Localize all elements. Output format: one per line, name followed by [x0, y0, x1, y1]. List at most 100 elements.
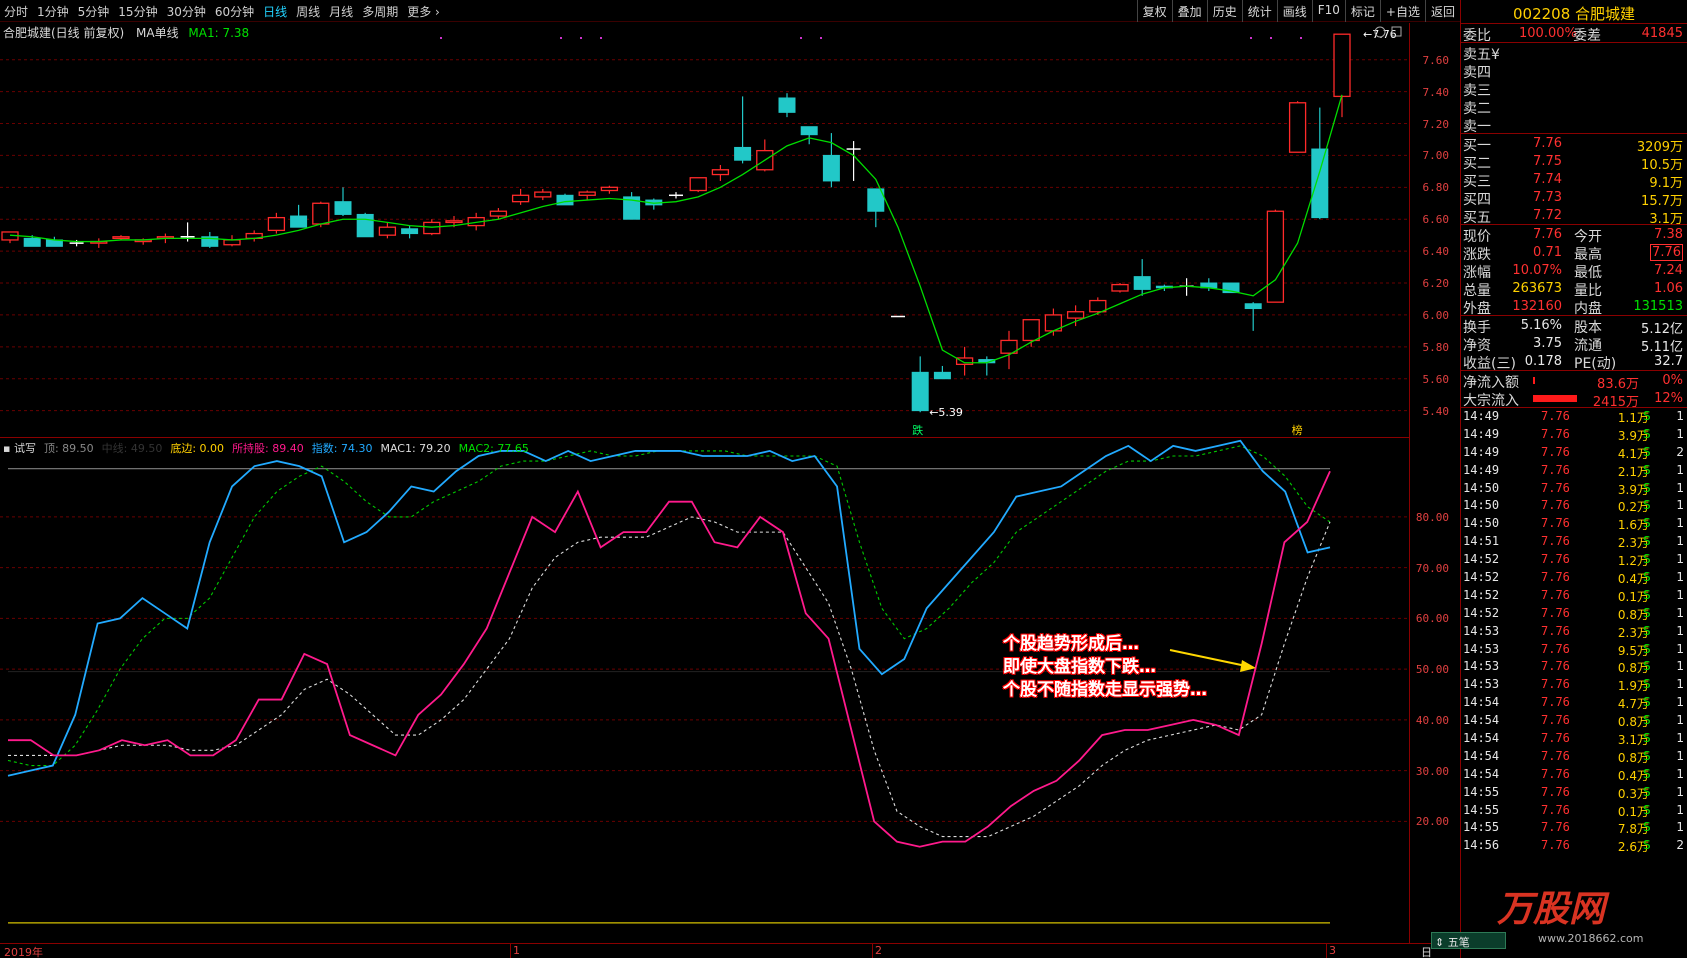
- tick-time: 14:55: [1463, 820, 1500, 835]
- price-axis: 7.60 7.40 7.20 7.00 6.80 6.60 6.40 6.20 6.00 5.80…: [1409, 23, 1459, 943]
- stat-value: 132160: [1512, 299, 1562, 314]
- tick-count: 1: [1676, 659, 1684, 674]
- indicator-tick-label: 50.00: [1415, 663, 1449, 677]
- add-watchlist-button[interactable]: +自选: [1379, 0, 1425, 22]
- tick-side: S: [1643, 426, 1651, 441]
- order-ratio-label: 委比: [1463, 28, 1491, 44]
- tick-row: 14:54 7.76 3.1万 S 1: [1461, 730, 1687, 748]
- leaderboard-tag[interactable]: 榜: [1292, 423, 1303, 437]
- tab-1min[interactable]: 1分钟: [37, 3, 69, 20]
- info-dot[interactable]: [1270, 37, 1272, 39]
- stat-value: 7.76: [1650, 244, 1683, 261]
- tick-side: S: [1643, 838, 1651, 853]
- sell-row: 卖四: [1461, 61, 1687, 81]
- watermark-logo: 万股网: [1497, 889, 1606, 930]
- tab-more[interactable]: 更多: [407, 3, 440, 20]
- info-dot[interactable]: [1250, 37, 1252, 39]
- indicator-name[interactable]: ▪ 试写: [3, 442, 36, 455]
- tab-multi-period[interactable]: 多周期: [362, 3, 398, 20]
- tab-weekly[interactable]: 周线: [296, 3, 320, 20]
- tick-row: 14:49 7.76 3.9万 S 1: [1461, 426, 1687, 444]
- overlay-button[interactable]: 叠加: [1171, 0, 1207, 22]
- candle: [711, 164, 730, 181]
- candlestick-pane[interactable]: ←7.76 ←5.39 跌榜 合肥城建(日线 前复权) MA单线 MA1: 7.38: [0, 23, 1409, 438]
- tab-60min[interactable]: 60分钟: [215, 3, 254, 20]
- buy-row[interactable]: 买一 7.76 3209万: [1461, 134, 1687, 155]
- indicator-header: ▪ 试写 顶: 89.50 中线: 49.50 底边: 0.00 所持股: 89.40 指…: [3, 440, 537, 456]
- info-dot[interactable]: [580, 37, 582, 39]
- order-diff-label: 委差: [1573, 28, 1601, 44]
- price-tick-label: 7.40: [1422, 85, 1450, 99]
- buy-row[interactable]: 买四 7.73 15.7万: [1461, 188, 1687, 209]
- candle: [45, 236, 63, 247]
- tick-count: 1: [1676, 641, 1684, 656]
- stock-chart-title: 合肥城建(日线 前复权): [3, 26, 125, 40]
- buy-row[interactable]: 买二 7.75 10.5万: [1461, 152, 1687, 173]
- tick-time: 14:52: [1463, 605, 1500, 620]
- tab-5min[interactable]: 5分钟: [78, 3, 110, 20]
- buy-row[interactable]: 买五 7.72 3.1万: [1461, 206, 1687, 227]
- tick-side: S: [1643, 677, 1651, 692]
- restore-rights-button[interactable]: 复权: [1136, 0, 1172, 22]
- info-dot[interactable]: [560, 37, 562, 39]
- stat-row: 换手 5.16% 股本 5.12亿: [1461, 316, 1687, 337]
- candle: [112, 235, 130, 240]
- tab-15min[interactable]: 15分钟: [118, 3, 157, 20]
- tick-time: 14:54: [1463, 713, 1500, 728]
- history-button[interactable]: 历史: [1206, 0, 1242, 22]
- tick-list[interactable]: 14:49 7.76 1.1万 S 1 14:49 7.76 3.9万 S 1 14:49 7.76 4…: [1461, 407, 1687, 855]
- flow-bar: [1533, 377, 1535, 384]
- tick-price: 7.76: [1541, 462, 1570, 477]
- candle: [1000, 330, 1018, 370]
- date-label: 3: [1329, 944, 1336, 957]
- tick-row: 14:54 7.76 0.8万 S 1: [1461, 712, 1687, 730]
- tick-count: 1: [1676, 623, 1684, 638]
- tick-side: S: [1643, 659, 1651, 674]
- tick-side: S: [1643, 820, 1651, 835]
- tick-count: 1: [1676, 426, 1684, 441]
- draw-line-button[interactable]: 画线: [1276, 0, 1312, 22]
- candle: [578, 190, 596, 201]
- tab-monthly[interactable]: 月线: [329, 3, 353, 20]
- tick-side: S: [1643, 462, 1651, 477]
- tab-30min[interactable]: 30分钟: [167, 3, 206, 20]
- tick-count: 1: [1676, 587, 1684, 602]
- mark-button[interactable]: 标记: [1344, 0, 1380, 22]
- candle: [223, 235, 241, 247]
- stat-row: 外盘 132160 内盘 131513: [1461, 297, 1687, 317]
- buy-row[interactable]: 买三 7.74 9.1万: [1461, 170, 1687, 191]
- limit-down-tag[interactable]: 跌: [912, 423, 923, 437]
- wubi-input-button[interactable]: ⇕ 五笔: [1431, 932, 1506, 949]
- tool-buttons: 复权 叠加 历史 统计 画线 F10 标记 +自选 返回: [1136, 0, 1460, 22]
- info-dot[interactable]: [600, 37, 602, 39]
- candle: [511, 188, 530, 205]
- indicator-tick-label: 40.00: [1415, 713, 1449, 727]
- back-button[interactable]: 返回: [1424, 0, 1460, 22]
- candle: [1, 231, 19, 244]
- tick-side: S: [1643, 731, 1651, 746]
- candle: [911, 356, 929, 413]
- tick-row: 14:49 7.76 1.1万 S 1: [1461, 408, 1687, 426]
- tick-row: 14:52 7.76 0.1万 S 1: [1461, 587, 1687, 605]
- buy-price: 7.75: [1533, 154, 1562, 169]
- tick-price: 7.76: [1541, 731, 1570, 746]
- statistics-button[interactable]: 统计: [1241, 0, 1277, 22]
- info-dot[interactable]: [440, 37, 442, 39]
- tab-fenshi[interactable]: 分时: [4, 3, 28, 20]
- tab-daily[interactable]: 日线: [263, 3, 287, 20]
- mac2-line: [7, 445, 1331, 767]
- info-dot[interactable]: [1300, 37, 1302, 39]
- stock-code-name[interactable]: 002208 合肥城建: [1461, 0, 1687, 24]
- info-dot[interactable]: [800, 37, 802, 39]
- tick-side: S: [1643, 409, 1651, 423]
- tick-side: S: [1643, 534, 1651, 549]
- sell-row: 卖三: [1461, 79, 1687, 99]
- stat-value: 131513: [1633, 299, 1683, 314]
- tick-row: 14:53 7.76 0.8万 S 1: [1461, 658, 1687, 676]
- tick-count: 1: [1676, 605, 1684, 620]
- candle: [933, 365, 951, 380]
- tick-row: 14:54 7.76 0.4万 S 1: [1461, 766, 1687, 784]
- info-dot[interactable]: [820, 37, 822, 39]
- candlestick-chart[interactable]: ←7.76←5.39跌榜: [0, 23, 1409, 438]
- f10-button[interactable]: F10: [1311, 0, 1345, 22]
